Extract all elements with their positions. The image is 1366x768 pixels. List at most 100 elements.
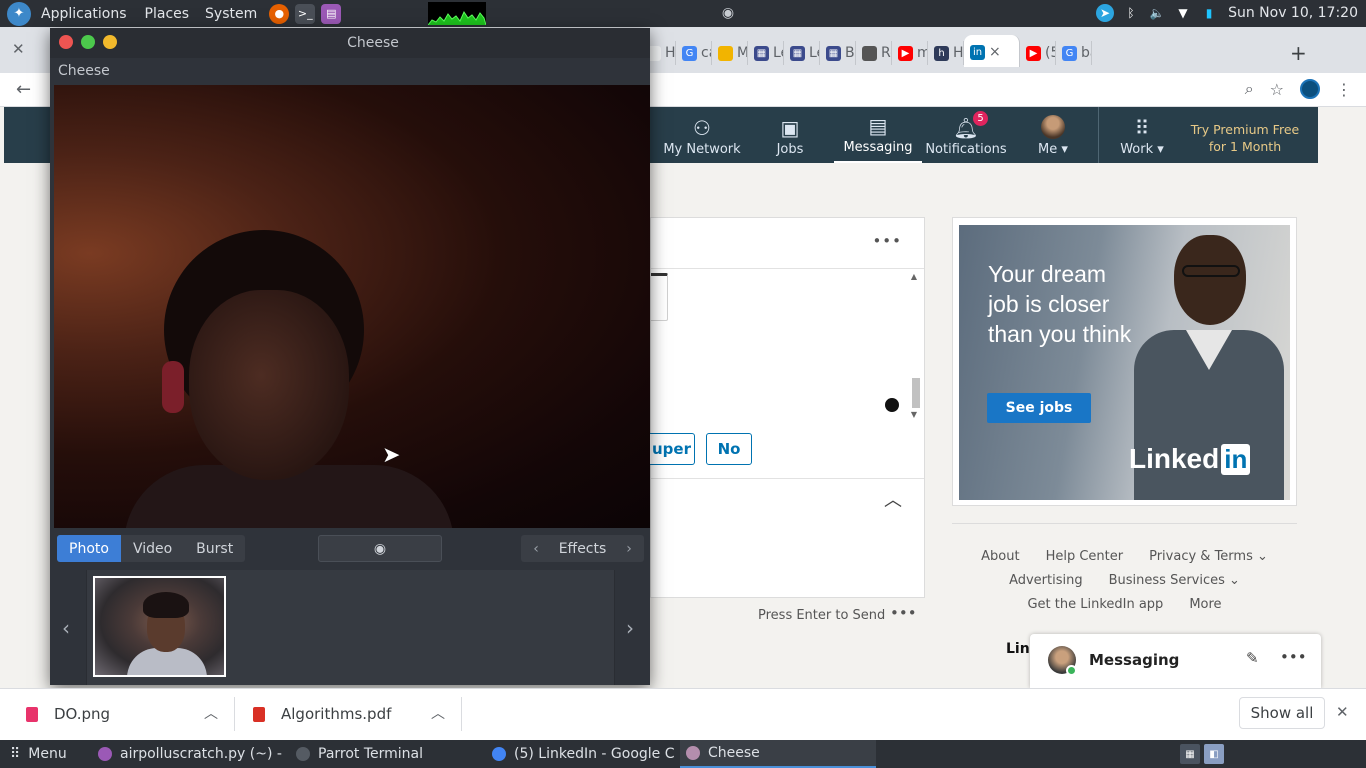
chevron-up-icon[interactable]: ︿: [431, 703, 445, 723]
battery-icon[interactable]: ▮: [1200, 4, 1218, 22]
footer-business-link[interactable]: Business Services ⌄: [1109, 573, 1240, 588]
browser-tab[interactable]: Gba: [1056, 41, 1092, 65]
browser-tab[interactable]: hHa: [928, 41, 964, 65]
smart-reply-button-no[interactable]: No: [706, 433, 752, 465]
close-tab-icon[interactable]: ✕: [12, 40, 25, 58]
scroll-down-icon[interactable]: ▼: [911, 410, 917, 419]
download-filename: DO.png: [54, 705, 111, 723]
smart-reply-button-super[interactable]: uper: [649, 433, 695, 465]
start-menu-button[interactable]: ⠿ Menu: [10, 740, 90, 768]
effects-prev-icon[interactable]: ‹: [521, 541, 551, 557]
footer-help-link[interactable]: Help Center: [1046, 549, 1124, 564]
new-tab-button[interactable]: +: [1290, 41, 1307, 65]
messaging-overlay-bar[interactable]: Messaging ✎ •••: [1030, 634, 1321, 688]
applications-menu[interactable]: Applications: [41, 6, 127, 22]
bookmark-star-icon[interactable]: ☆: [1270, 80, 1284, 99]
thumbnails-next-icon[interactable]: ›: [626, 616, 634, 640]
telegram-icon[interactable]: ➤: [1096, 4, 1114, 22]
people-icon: ⚇: [693, 116, 711, 140]
footer-app-link[interactable]: Get the LinkedIn app: [1027, 597, 1163, 612]
chat-icon: ▤: [868, 114, 888, 138]
take-photo-button[interactable]: ◉: [318, 535, 442, 562]
scroll-thumb[interactable]: [912, 378, 920, 408]
cheese-app-menu[interactable]: Cheese: [58, 63, 110, 79]
workspace-2-icon[interactable]: ◧: [1204, 744, 1224, 764]
tab-label: Le: [809, 45, 819, 61]
clock[interactable]: Sun Nov 10, 17:20: [1228, 5, 1358, 21]
footer-advertising-link[interactable]: Advertising: [1009, 573, 1083, 588]
footer-privacy-link[interactable]: Privacy & Terms ⌄: [1149, 549, 1268, 564]
ad-card[interactable]: Your dream job is closer than you think …: [952, 217, 1297, 506]
nav-notifications[interactable]: 🔔︎ 5 Notifications: [924, 107, 1008, 163]
file-icon: [26, 706, 38, 722]
browser-tab[interactable]: ▦Le: [748, 41, 784, 65]
nav-messaging[interactable]: ▤ Messaging: [834, 107, 922, 163]
system-menu[interactable]: System: [205, 6, 257, 22]
more-options-icon[interactable]: •••: [872, 232, 902, 250]
nav-jobs[interactable]: ▣ Jobs: [764, 107, 816, 163]
photo-thumbnail[interactable]: [93, 576, 226, 677]
avatar: [1041, 115, 1065, 139]
download-item[interactable]: DO.png ︿: [0, 697, 235, 731]
taskbar-task[interactable]: Cheese: [680, 740, 876, 768]
divider: [952, 523, 1297, 524]
parrot-logo-icon[interactable]: ✦: [7, 1, 31, 26]
nav-work[interactable]: ⠿ Work ▾: [1108, 107, 1176, 163]
places-menu[interactable]: Places: [145, 6, 190, 22]
profile-avatar[interactable]: [1300, 79, 1320, 99]
try-premium-link[interactable]: Try Premium Free for 1 Month: [1184, 121, 1306, 155]
app-icon: [492, 747, 506, 761]
taskbar-task[interactable]: Parrot Terminal: [290, 740, 480, 768]
text-editor-launcher-icon[interactable]: ▤: [321, 3, 342, 24]
messaging-options-icon[interactable]: •••: [1280, 648, 1307, 666]
cheese-titlebar[interactable]: Cheese: [50, 28, 650, 58]
see-jobs-button[interactable]: See jobs: [987, 393, 1091, 423]
photo-mode-button[interactable]: Photo: [57, 535, 121, 562]
online-status-dot: [1066, 665, 1077, 676]
footer-more-link[interactable]: More: [1189, 597, 1221, 612]
taskbar-task[interactable]: (5) LinkedIn - Google C...: [486, 740, 676, 768]
browser-tab[interactable]: ▦Ba: [820, 41, 856, 65]
browser-tab[interactable]: Re: [856, 41, 892, 65]
press-enter-hint[interactable]: Press Enter to Send: [758, 608, 885, 623]
tab-favicon-icon: ▶: [898, 45, 913, 61]
task-label: Cheese: [708, 745, 760, 761]
browser-tab[interactable]: ▶m: [892, 41, 928, 65]
chevron-up-icon[interactable]: ︿: [884, 486, 902, 512]
nav-me[interactable]: Me ▾: [1028, 107, 1078, 163]
browser-tab[interactable]: Mi: [712, 41, 748, 65]
video-mode-button[interactable]: Video: [121, 535, 184, 562]
compose-message-icon[interactable]: ✎: [1246, 649, 1259, 667]
scroll-up-icon[interactable]: ▲: [911, 272, 917, 281]
headphones: [162, 361, 184, 413]
zoom-icon[interactable]: ⌕: [1245, 79, 1254, 99]
taskbar-task[interactable]: airpolluscratch.py (~) - ...: [92, 740, 287, 768]
nav-my-network[interactable]: ⚇ My Network: [660, 107, 744, 163]
download-item[interactable]: Algorithms.pdf ︿: [235, 697, 462, 731]
back-arrow-icon[interactable]: ←: [16, 79, 31, 100]
burst-mode-button[interactable]: Burst: [184, 535, 245, 562]
thumbnails-prev-icon[interactable]: ‹: [62, 616, 70, 640]
effects-button[interactable]: Effects: [551, 541, 614, 557]
window-title: Cheese: [347, 35, 399, 51]
kebab-menu-icon[interactable]: ⋮: [1336, 80, 1352, 99]
show-all-button[interactable]: Show all: [1239, 697, 1325, 729]
workspace-switcher-icon[interactable]: ▦: [1180, 744, 1200, 764]
browser-tab[interactable]: ▦Le: [784, 41, 820, 65]
download-filename: Algorithms.pdf: [281, 705, 392, 723]
bluetooth-icon[interactable]: ᛒ: [1122, 4, 1140, 22]
browser-tab[interactable]: in ×: [964, 35, 1020, 67]
tab-label: Le: [773, 45, 783, 61]
page-scrollbar[interactable]: [1354, 107, 1364, 688]
wifi-icon[interactable]: ▼: [1174, 4, 1192, 22]
volume-icon[interactable]: 🔈: [1148, 4, 1166, 22]
footer-links: About Help Center Privacy & Terms ⌄ Adve…: [952, 549, 1297, 621]
terminal-launcher-icon[interactable]: >_: [295, 3, 316, 24]
close-icon[interactable]: ✕: [1336, 703, 1349, 721]
footer-about-link[interactable]: About: [981, 549, 1019, 564]
firefox-launcher-icon[interactable]: ●: [269, 3, 290, 24]
compose-options-icon[interactable]: •••: [890, 604, 917, 622]
browser-tab[interactable]: ▶(5: [1020, 41, 1056, 65]
chevron-up-icon[interactable]: ︿: [204, 703, 218, 723]
effects-next-icon[interactable]: ›: [614, 541, 644, 557]
